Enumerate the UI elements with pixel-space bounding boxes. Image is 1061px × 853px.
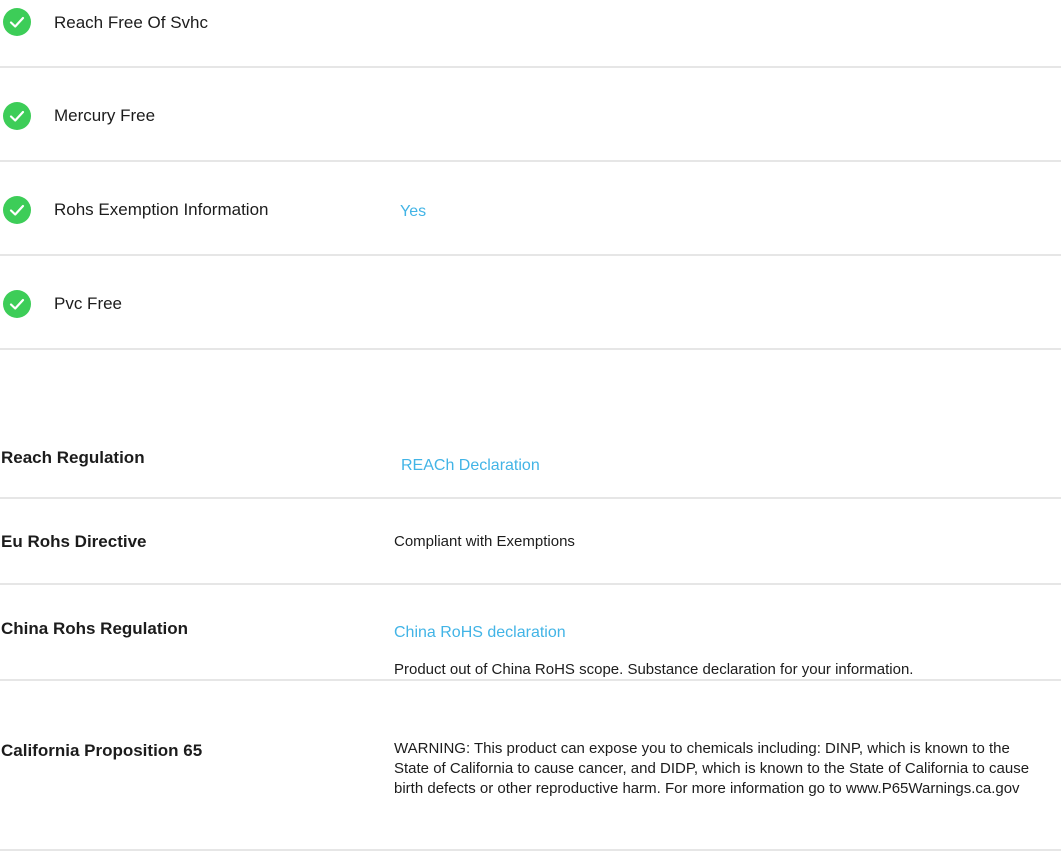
china-rohs-declaration-link[interactable]: China RoHS declaration: [394, 623, 566, 643]
list-item-pvc-free: Pvc Free: [0, 256, 1061, 350]
table-row-reach-regulation: Reach Regulation REACh Declaration: [0, 424, 1061, 499]
list-item-mercury-free: Mercury Free: [0, 68, 1061, 162]
list-item-label: Rohs Exemption Information: [54, 200, 269, 219]
list-item-label: Pvc Free: [54, 294, 123, 313]
china-rohs-regulation-label: China Rohs Regulation: [1, 619, 188, 638]
eu-rohs-directive-label: Eu Rohs Directive: [1, 532, 147, 551]
eu-rohs-status: Compliant with Exemptions: [394, 533, 575, 550]
check-circle-icon: [3, 8, 31, 36]
list-item-label: Mercury Free: [54, 106, 156, 125]
prop65-warning-text: WARNING: This product can expose you to …: [394, 740, 1030, 797]
china-rohs-note: Product out of China RoHS scope. Substan…: [394, 661, 914, 678]
california-prop65-label: California Proposition 65: [1, 741, 203, 760]
table-row-california-proposition-65: California Proposition 65 WARNING: This …: [0, 681, 1061, 851]
reach-regulation-label: Reach Regulation: [1, 448, 145, 467]
rohs-exemption-link[interactable]: Yes: [400, 202, 426, 222]
list-item-reach-free-of-svhc: Reach Free Of Svhc: [0, 0, 1061, 68]
check-circle-icon: [3, 290, 31, 318]
check-circle-icon: [3, 196, 31, 224]
table-row-eu-rohs-directive: Eu Rohs Directive Compliant with Exempti…: [0, 499, 1061, 585]
list-item-rohs-exemption-information: Rohs Exemption Information Yes: [0, 162, 1061, 256]
reach-declaration-link[interactable]: REACh Declaration: [401, 456, 540, 476]
environmental-details: Reach Free Of Svhc Mercury Free Rohs Exe…: [0, 0, 1061, 853]
table-row-china-rohs-regulation: China Rohs Regulation China RoHS declara…: [0, 585, 1061, 681]
list-item-label: Reach Free Of Svhc: [54, 13, 209, 32]
check-circle-icon: [3, 102, 31, 130]
